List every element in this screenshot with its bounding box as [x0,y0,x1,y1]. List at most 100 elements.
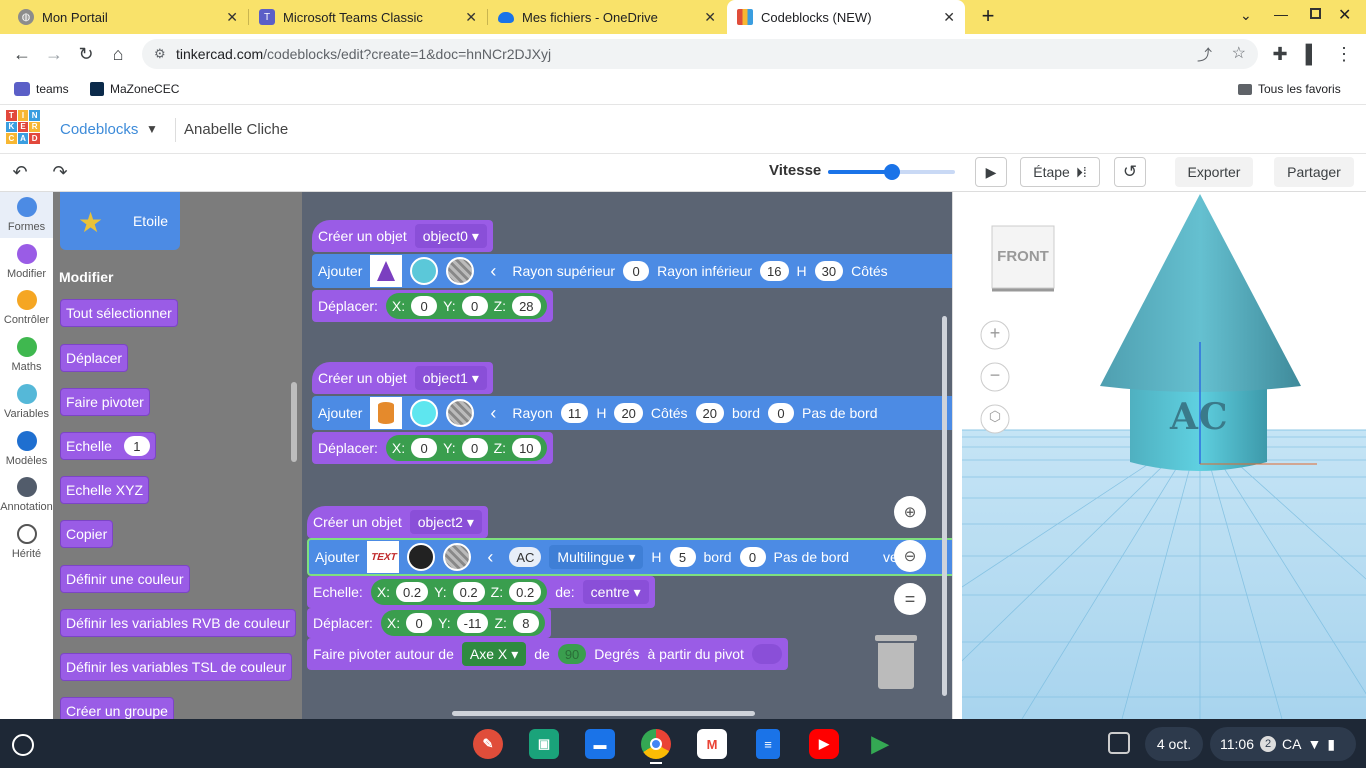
speed-slider[interactable] [828,164,955,180]
object-dropdown[interactable]: object0 ▾ [414,224,487,248]
system-tray[interactable]: 11:06 2 CA ▼ ▮ [1210,727,1356,761]
tab-mon-portail[interactable]: ◍ Mon Portail ✕ [8,0,248,34]
flyout-scrollbar[interactable] [291,382,297,462]
move-block[interactable]: Déplacer: X: 0 Y: -11 Z: 8 [307,608,551,638]
reload-button[interactable]: ↻ [74,42,98,66]
font-dropdown[interactable]: Multilingue ▾ [549,545,644,569]
block-move[interactable]: Déplacer [60,344,129,372]
trash-icon[interactable] [875,635,917,689]
degrees-field[interactable]: 90 [557,644,587,664]
close-icon[interactable]: ✕ [465,9,477,26]
height-field[interactable]: 5 [669,547,696,567]
app-menu-chevron-icon[interactable]: ▼ [146,122,158,136]
block-create-group[interactable]: Créer un groupe [60,697,174,719]
category-formes[interactable]: Formes [0,192,53,238]
tinkercad-logo[interactable]: T I N K E R C A D [6,110,40,144]
move-y-field[interactable]: 0 [461,438,488,458]
move-y-field[interactable]: 0 [461,296,488,316]
color-swatch[interactable] [410,399,439,427]
share-button[interactable]: Partager [1274,157,1354,187]
hole-swatch[interactable] [446,257,475,285]
create-object-block[interactable]: Créer un objet object1 ▾ [312,362,493,394]
block-select-all[interactable]: Tout sélectionner [60,299,178,327]
classroom-app-icon[interactable]: ▣ [529,729,559,759]
scale-xyz-block[interactable]: Echelle: X: 0.2 Y: 0.2 Z: 0.2 de: centre ▾ [307,576,655,608]
category-annotation[interactable]: Annotation [0,474,53,520]
close-icon[interactable]: ✕ [943,9,955,26]
edge-field[interactable]: 0 [768,403,794,423]
pivot-slot[interactable] [751,644,782,664]
youtube-app-icon[interactable]: ▶ [809,729,839,759]
bookmark-star-icon[interactable]: ☆ [1232,43,1246,63]
share-icon[interactable]: ⤴ [1197,44,1212,65]
zoom-out-button[interactable]: ⊖ [894,540,926,572]
scale-y-field[interactable]: 0.2 [452,582,485,602]
minimize-button[interactable]: — [1274,6,1288,22]
project-title[interactable]: Anabelle Cliche [184,121,288,138]
vertical-scrollbar[interactable] [942,316,947,696]
move-block[interactable]: Déplacer: X: 0 Y: 0 Z: 28 [312,290,553,322]
3d-viewport[interactable]: FRONT + − ⬡ AC [962,192,1366,719]
zoom-reset-button[interactable]: = [894,583,926,615]
scale-value-field[interactable]: 1 [123,436,150,456]
play-store-app-icon[interactable]: ▶ [865,729,895,759]
collapse-chevron-icon[interactable]: ‹ [482,261,504,282]
top-radius-field[interactable]: 0 [623,261,650,281]
site-info-icon[interactable]: ⚙ [154,46,166,62]
menu-icon[interactable]: ⋮ [1332,42,1356,66]
move-z-field[interactable]: 8 [512,613,539,633]
address-bar[interactable]: ⚙ tinkercad.com/codeblocks/edit?create=1… [142,39,1258,69]
block-copy[interactable]: Copier [60,520,114,548]
date-display[interactable]: 4 oct. [1145,727,1203,761]
rotate-block[interactable]: Faire pivoter autour de Axe X ▾ de 90 Deg… [307,638,788,670]
extensions-icon[interactable]: ✚ [1268,42,1292,66]
move-z-field[interactable]: 28 [512,296,541,316]
category-controler[interactable]: Contrôler [0,286,53,332]
color-swatch[interactable] [407,543,436,571]
scale-z-field[interactable]: 0.2 [509,582,542,602]
tab-search-icon[interactable]: ⌄ [1240,7,1252,24]
all-bookmarks-folder[interactable]: Tous les favoris [1238,82,1341,96]
canvas-app-icon[interactable]: ✎ [473,729,503,759]
block-scale-xyz[interactable]: Echelle XYZ [60,476,150,504]
tab-teams[interactable]: T Microsoft Teams Classic ✕ [249,0,487,34]
object-dropdown[interactable]: object1 ▾ [414,366,487,390]
category-variables[interactable]: Variables [0,380,53,426]
files-app-icon[interactable]: ▬ [585,729,615,759]
export-button[interactable]: Exporter [1175,157,1253,187]
move-x-field[interactable]: 0 [411,438,438,458]
move-x-field[interactable]: 0 [411,296,438,316]
launcher-button[interactable] [12,734,34,756]
block-rotate[interactable]: Faire pivoter [60,388,150,416]
chrome-app-icon[interactable] [641,729,671,759]
add-cone-block[interactable]: Ajouter ‹ Rayon supérieur 0 Rayon inféri… [312,254,952,288]
add-text-block[interactable]: Ajouter TEXT ‹ AC Multilingue ▾ H 5 bord … [307,538,952,576]
category-herite[interactable]: Hérité [0,521,53,567]
block-set-rgb[interactable]: Définir les variables RVB de couleur [60,609,296,637]
horizontal-scrollbar[interactable] [452,711,755,716]
move-x-field[interactable]: 0 [406,613,433,633]
move-y-field[interactable]: -11 [456,613,489,633]
text-value-field[interactable]: AC [509,547,542,567]
block-set-hsl[interactable]: Définir les variables TSL de couleur [60,653,293,681]
sides-field[interactable]: 20 [695,403,724,423]
tote-icon[interactable] [1108,732,1130,754]
back-button[interactable]: ← [10,42,34,66]
undo-button[interactable]: ↶ [8,157,32,187]
docs-app-icon[interactable]: ≡ [756,729,780,759]
close-icon[interactable]: ✕ [226,9,238,26]
side-panel-icon[interactable]: ▌ [1300,42,1324,66]
category-modeles[interactable]: Modèles [0,427,53,473]
block-scale[interactable]: Echelle 1 [60,432,156,460]
create-object-block[interactable]: Créer un objet object0 ▾ [312,220,493,252]
bottom-radius-field[interactable]: 16 [760,261,789,281]
step-button[interactable]: Étape ⏵⁞ [1020,157,1100,187]
category-modifier[interactable]: Modifier [0,239,53,285]
category-maths[interactable]: Maths [0,333,53,379]
cylinder-shape-thumbnail[interactable] [370,397,403,429]
move-z-field[interactable]: 10 [512,438,541,458]
radius-field[interactable]: 11 [560,403,589,423]
cone-shape-thumbnail[interactable] [370,255,403,287]
create-object-block[interactable]: Créer un objet object2 ▾ [307,506,488,538]
home-button[interactable]: ⌂ [106,42,130,66]
